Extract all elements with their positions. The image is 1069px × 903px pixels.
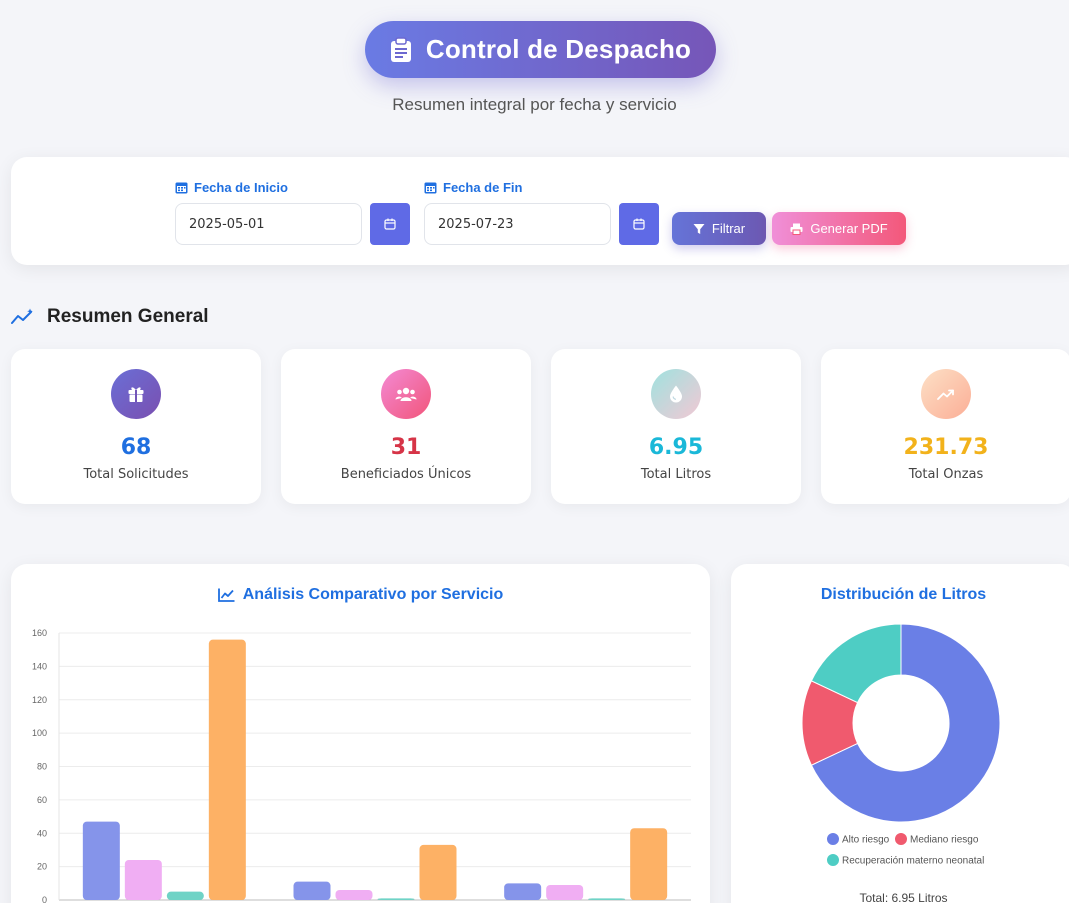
legend-swatch bbox=[826, 853, 840, 867]
start-date-picker-button[interactable] bbox=[370, 203, 410, 245]
y-tick-label: 40 bbox=[37, 828, 47, 838]
bar bbox=[208, 639, 246, 900]
filter-button-label: Filtrar bbox=[711, 221, 746, 236]
generate-pdf-button-label: Generar PDF bbox=[810, 221, 888, 236]
end-date-label-text: Fecha de Fin bbox=[443, 180, 523, 195]
start-date-input[interactable]: 2025-05-01 bbox=[175, 203, 362, 245]
stat-value: 31 bbox=[390, 435, 422, 460]
end-date-input[interactable]: 2025-07-23 bbox=[424, 203, 611, 245]
donut-total-label: Total: 6.95 Litros bbox=[859, 891, 948, 903]
stat-label: Beneficiados Únicos bbox=[340, 467, 472, 482]
stat-label: Total Solicitudes bbox=[83, 467, 189, 482]
summary-heading: Resumen General bbox=[11, 306, 209, 328]
calendar-outline-icon bbox=[384, 218, 396, 230]
stat-value: 68 bbox=[120, 435, 152, 460]
bar bbox=[124, 859, 162, 900]
y-tick-label: 160 bbox=[32, 628, 47, 638]
funnel-icon bbox=[693, 223, 705, 234]
generate-pdf-button[interactable]: Generar PDF bbox=[772, 212, 906, 245]
calendar-outline-icon bbox=[633, 218, 645, 230]
legend-label: Alto riesgo bbox=[842, 835, 890, 846]
end-date-picker-button[interactable] bbox=[619, 203, 659, 245]
y-tick-label: 100 bbox=[32, 728, 47, 738]
gift-icon bbox=[111, 369, 161, 419]
users-icon bbox=[381, 369, 431, 419]
bar bbox=[546, 884, 584, 900]
y-tick-label: 120 bbox=[32, 695, 47, 705]
bar bbox=[82, 821, 120, 900]
bar bbox=[419, 844, 457, 900]
y-tick-label: 140 bbox=[32, 661, 47, 671]
bar bbox=[335, 889, 373, 900]
bar bbox=[377, 898, 415, 900]
donut-chart: Alto riesgo Mediano riesgo Recuperación ma… bbox=[801, 623, 1001, 867]
legend-swatch bbox=[826, 832, 840, 846]
bar bbox=[504, 883, 542, 900]
filter-panel: Fecha de Inicio 2025-05-01 Fecha de Fin … bbox=[11, 157, 1069, 265]
stat-value: 6.95 bbox=[648, 435, 704, 460]
bar bbox=[166, 891, 204, 900]
droplet-icon bbox=[651, 369, 701, 419]
summary-heading-text: Resumen General bbox=[47, 306, 209, 327]
stat-card-total-litros: 6.95 Total Litros bbox=[551, 349, 801, 504]
start-date-label-text: Fecha de Inicio bbox=[194, 180, 288, 195]
stat-value: 231.73 bbox=[903, 435, 989, 460]
filter-button[interactable]: Filtrar bbox=[672, 212, 766, 245]
clipboard-icon bbox=[390, 36, 411, 62]
legend-label: Mediano riesgo bbox=[910, 835, 979, 846]
y-tick-label: 20 bbox=[37, 862, 47, 872]
calendar-icon bbox=[424, 182, 437, 194]
stat-card-total-solicitudes: 68 Total Solicitudes bbox=[11, 349, 261, 504]
trend-up-icon bbox=[921, 369, 971, 419]
legend-swatch bbox=[894, 832, 908, 846]
stat-label: Total Litros bbox=[640, 467, 712, 482]
bar bbox=[630, 828, 668, 900]
page-title-banner: Control de Despacho bbox=[365, 21, 716, 78]
bar-chart-card: Análisis Comparativo por Servicio 0 20 40 6… bbox=[11, 564, 710, 903]
y-tick-label: 0 bbox=[42, 895, 47, 903]
stat-card-total-onzas: 231.73 Total Onzas bbox=[821, 349, 1069, 504]
stat-card-beneficiados: 31 Beneficiados Únicos bbox=[281, 349, 531, 504]
bar bbox=[588, 898, 626, 900]
chart-line-sparkle-icon bbox=[11, 308, 33, 324]
bar bbox=[293, 881, 331, 900]
y-tick-label: 80 bbox=[37, 762, 47, 772]
legend-label: Recuperación materno neonatal bbox=[842, 856, 984, 867]
bar-chart: 0 20 40 60 80 100 120 140 160 bbox=[32, 628, 691, 903]
page-title: Control de Despacho bbox=[425, 34, 692, 64]
printer-icon bbox=[790, 223, 803, 235]
calendar-icon bbox=[175, 182, 188, 194]
donut-chart-card: Distribución de Litros Alto riesgo Median… bbox=[731, 564, 1069, 903]
stat-label: Total Onzas bbox=[908, 467, 984, 482]
end-date-label: Fecha de Fin bbox=[424, 180, 522, 195]
page-subtitle: Resumen integral por fecha y servicio bbox=[392, 95, 677, 114]
start-date-label: Fecha de Inicio bbox=[175, 180, 288, 195]
y-tick-label: 60 bbox=[37, 795, 47, 805]
